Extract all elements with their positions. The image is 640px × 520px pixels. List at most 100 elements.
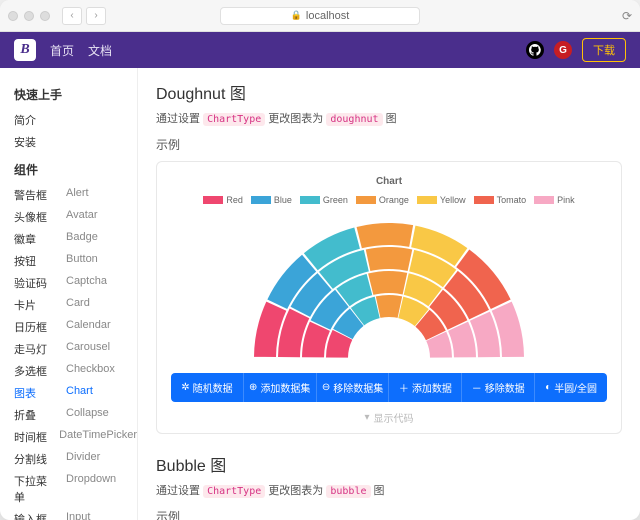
sidebar-item-datetimepicker[interactable]: 时间框DateTimePicker [14, 426, 137, 448]
legend-item[interactable]: Orange [356, 195, 409, 205]
section-title-bubble: Bubble 图 [156, 452, 622, 476]
back-button[interactable]: ‹ [62, 7, 82, 25]
reload-icon[interactable]: ⟳ [622, 9, 632, 23]
sidebar-item-collapse[interactable]: 折叠Collapse [14, 404, 137, 426]
chart-card: Chart Red Blue Green Orange Yellow Tomato Pink… [156, 161, 622, 434]
sidebar-item-zh: 图表 [14, 385, 56, 401]
legend-swatch [203, 196, 223, 204]
chart-btn-4[interactable]: －移除数据 [462, 373, 535, 402]
github-icon[interactable] [526, 41, 544, 59]
sidebar-item-zh: 安装 [14, 134, 56, 150]
btn-label: 移除数据 [485, 380, 525, 395]
chart-btn-0[interactable]: ✲随机数据 [171, 373, 244, 402]
legend-item[interactable]: Yellow [417, 195, 466, 205]
sidebar-item-zh: 时间框 [14, 429, 49, 445]
show-code-toggle[interactable]: ▾ 显示代码 [171, 402, 607, 425]
sidebar-item-chart[interactable]: 图表Chart [14, 382, 137, 404]
chart-btn-1[interactable]: ⊕添加数据集 [244, 373, 317, 402]
sidebar-item-zh: 验证码 [14, 275, 56, 291]
legend-item[interactable]: Green [300, 195, 348, 205]
btn-icon: － [472, 380, 482, 395]
donut-segment[interactable] [366, 247, 413, 271]
sidebar-item-avatar[interactable]: 头像框 Avatar [14, 206, 137, 228]
sidebar-item-calendar[interactable]: 日历框Calendar [14, 316, 137, 338]
sidebar-item-carousel[interactable]: 走马灯 Carousel [14, 338, 137, 360]
url-text: localhost [306, 10, 349, 22]
legend-label: Yellow [440, 195, 466, 205]
sidebar-item-zh: 徽章 [14, 231, 56, 247]
section-desc: 通过设置 ChartType 更改图表为 doughnut 图 [156, 110, 622, 126]
sidebar-item-captcha[interactable]: 验证码 Captcha [14, 272, 137, 294]
sidebar-item-简介[interactable]: 简介 [14, 109, 137, 131]
sidebar-item-card[interactable]: 卡片 Card [14, 294, 137, 316]
example-label-2: 示例 [156, 508, 622, 520]
sidebar-item-en: Calendar [66, 319, 111, 335]
sidebar-item-en: Carousel [66, 341, 110, 357]
sidebar-item-en: Collapse [66, 407, 109, 423]
forward-button[interactable]: › [86, 7, 106, 25]
sidebar-item-badge[interactable]: 徽章 Badge [14, 228, 137, 250]
sidebar-item-en: Input [66, 511, 90, 520]
sidebar-item-zh: 多选框 [14, 363, 56, 379]
address-bar[interactable]: 🔒 localhost [220, 7, 420, 25]
sidebar-item-zh: 头像框 [14, 209, 56, 225]
logo[interactable]: B [14, 39, 36, 61]
legend-swatch [534, 196, 554, 204]
legend-label: Green [323, 195, 348, 205]
code-doughnut: doughnut [326, 113, 382, 126]
chart-btn-5[interactable]: ◐半圆/全圆 [535, 373, 607, 402]
sidebar-item-安装[interactable]: 安装 [14, 131, 137, 153]
sidebar-item-zh: 按钮 [14, 253, 56, 269]
btn-label: 添加数据集 [260, 380, 310, 395]
code-charttype2: ChartType [203, 485, 265, 498]
sidebar-item-en: Divider [66, 451, 100, 467]
btn-label: 移除数据集 [333, 380, 383, 395]
sidebar-item-button[interactable]: 按钮 Button [14, 250, 137, 272]
nav-home[interactable]: 首页 [50, 42, 74, 59]
legend-swatch [474, 196, 494, 204]
sidebar-item-divider[interactable]: 分割线 Divider [14, 448, 137, 470]
legend-item[interactable]: Pink [534, 195, 575, 205]
sidebar-item-zh: 警告框 [14, 187, 56, 203]
legend-item[interactable]: Tomato [474, 195, 527, 205]
sidebar-item-zh: 分割线 [14, 451, 56, 467]
nav-docs[interactable]: 文档 [88, 42, 112, 59]
legend-item[interactable]: Blue [251, 195, 292, 205]
chart-btn-3[interactable]: ＋添加数据 [389, 373, 462, 402]
legend-item[interactable]: Red [203, 195, 243, 205]
min-dot[interactable] [24, 11, 34, 21]
sidebar-item-zh: 下拉菜单 [14, 473, 56, 505]
gitee-icon[interactable]: G [554, 41, 572, 59]
window-controls[interactable] [8, 11, 50, 21]
max-dot[interactable] [40, 11, 50, 21]
btn-icon: ＋ [399, 380, 409, 395]
download-button[interactable]: 下载 [582, 38, 626, 62]
chart-btn-2[interactable]: ⊖移除数据集 [317, 373, 390, 402]
sidebar-item-dropdown[interactable]: 下拉菜单 Dropdown [14, 470, 137, 508]
sidebar-item-en: Avatar [66, 209, 98, 225]
legend-swatch [251, 196, 271, 204]
donut-segment[interactable] [357, 223, 414, 248]
sidebar-item-zh: 走马灯 [14, 341, 56, 357]
sidebar-item-en: Captcha [66, 275, 107, 291]
chart-legend: Red Blue Green Orange Yellow Tomato Pink [171, 195, 607, 205]
donut-segment[interactable] [368, 271, 407, 295]
sidebar-item-en: Alert [66, 187, 89, 203]
sidebar-item-en: Button [66, 253, 98, 269]
sidebar-group-title: 组件 [14, 161, 137, 178]
donut-segment[interactable] [376, 295, 402, 318]
sidebar-item-input[interactable]: 输入框Input [14, 508, 137, 520]
btn-icon: ⊖ [322, 382, 330, 393]
legend-label: Blue [274, 195, 292, 205]
sidebar-item-en: Badge [66, 231, 98, 247]
sidebar-item-en: Card [66, 297, 90, 313]
sidebar-item-zh: 卡片 [14, 297, 56, 313]
sidebar-item-en: Dropdown [66, 473, 116, 505]
example-label: 示例 [156, 136, 622, 153]
close-dot[interactable] [8, 11, 18, 21]
sidebar-item-checkbox[interactable]: 多选框Checkbox [14, 360, 137, 382]
sidebar-group-title: 快速上手 [14, 86, 137, 103]
sidebar-item-alert[interactable]: 警告框 Alert [14, 184, 137, 206]
chart-title: Chart [171, 176, 607, 187]
lock-icon: 🔒 [291, 10, 302, 21]
